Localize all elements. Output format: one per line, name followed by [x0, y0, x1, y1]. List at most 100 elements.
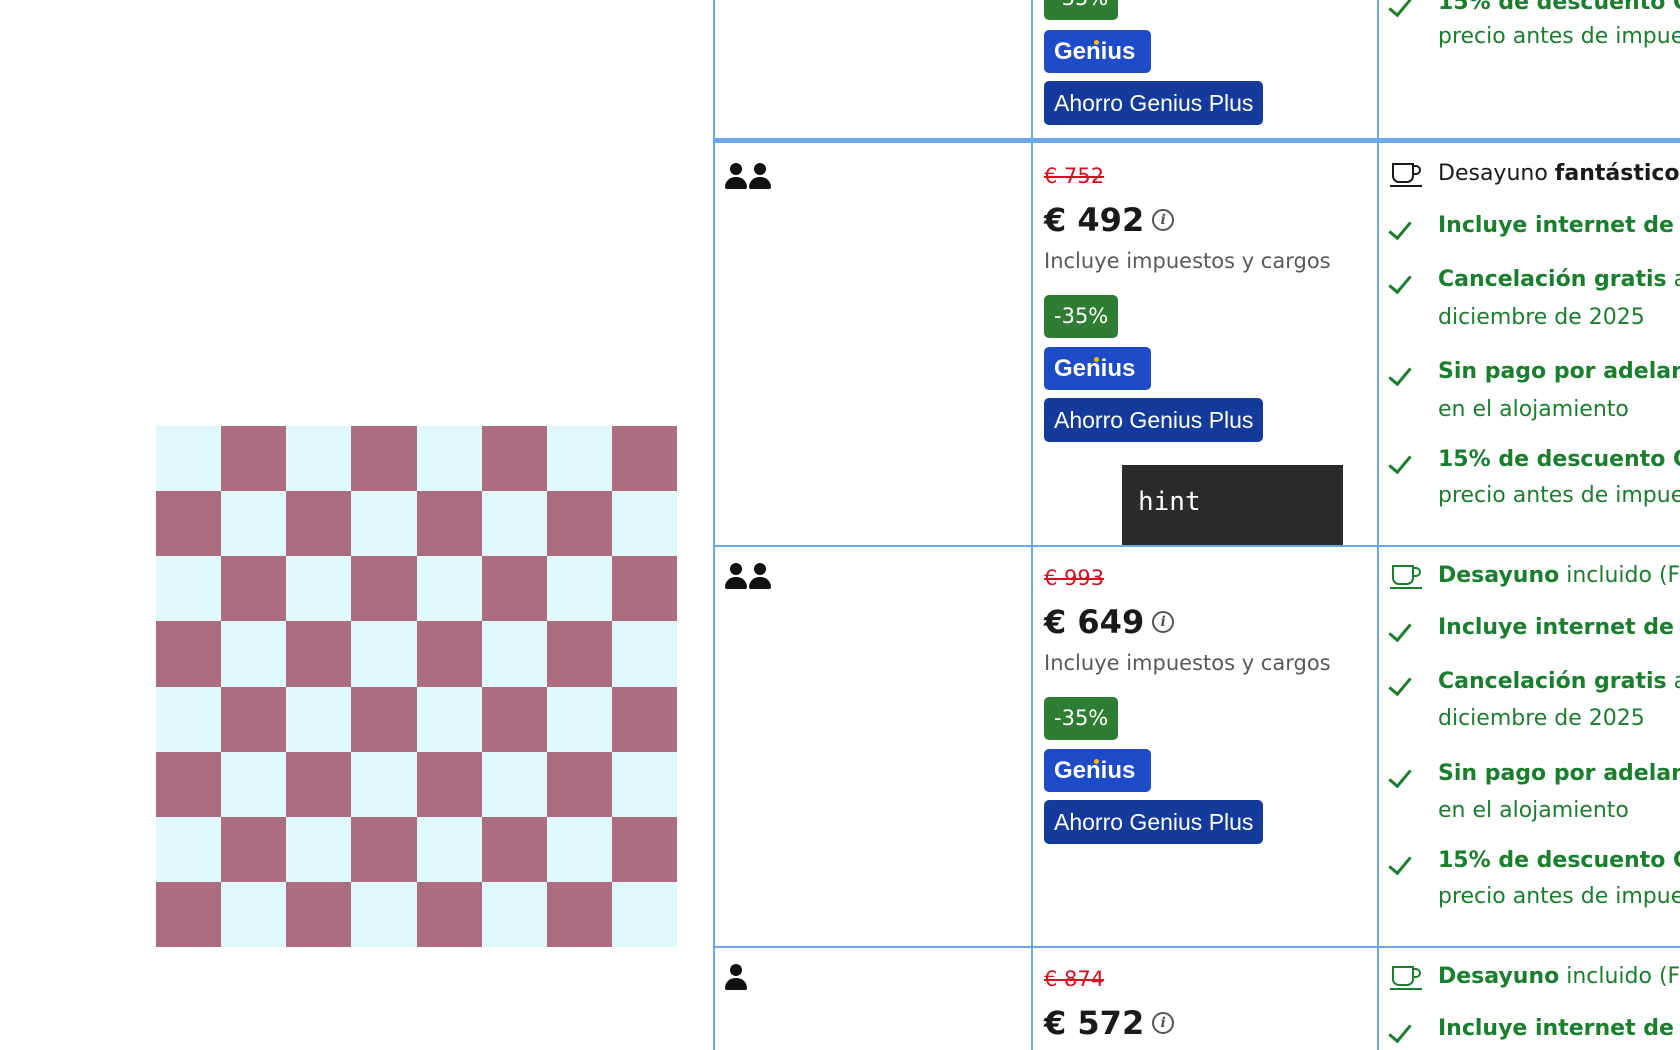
board-square[interactable]	[611, 686, 677, 752]
genius-plus-badge: Ahorro Genius Plus	[1044, 398, 1264, 442]
board-square[interactable]	[416, 686, 482, 752]
check-icon	[1388, 265, 1422, 295]
board-square[interactable]	[286, 751, 352, 817]
board-square[interactable]	[156, 491, 222, 557]
board-square[interactable]	[221, 556, 287, 622]
tax-note: Incluye impuestos y cargos	[1044, 249, 1331, 273]
board-square[interactable]	[156, 881, 222, 947]
person-icon	[725, 964, 747, 990]
board-square[interactable]	[416, 881, 482, 947]
board-square[interactable]	[286, 491, 352, 557]
genius-badge: Genius	[1044, 30, 1151, 73]
board-square[interactable]	[221, 686, 287, 752]
board-square[interactable]	[611, 751, 677, 817]
table-row: € 752 € 492 i Incluye impuestos y cargos…	[713, 143, 1680, 546]
info-icon[interactable]: i	[1152, 611, 1175, 633]
board-square[interactable]	[416, 426, 482, 492]
board-square[interactable]	[221, 816, 287, 882]
price-cell: € 993 € 649 i Incluye impuestos y cargos…	[1044, 565, 1331, 844]
board-square[interactable]	[156, 686, 222, 752]
check-icon	[1388, 0, 1422, 18]
board-square[interactable]	[156, 621, 222, 687]
board-square[interactable]	[481, 491, 547, 557]
board-square[interactable]	[351, 881, 417, 947]
board-square[interactable]	[351, 426, 417, 492]
board-square[interactable]	[156, 751, 222, 817]
genius-badge: Genius	[1044, 749, 1151, 792]
board-square[interactable]	[286, 621, 352, 687]
board-square[interactable]	[546, 621, 612, 687]
original-price: € 874	[1044, 967, 1105, 991]
board-square[interactable]	[221, 621, 287, 687]
checkerboard	[156, 426, 677, 947]
person-icon	[725, 163, 747, 189]
board-square[interactable]	[611, 491, 677, 557]
board-square[interactable]	[416, 816, 482, 882]
board-square[interactable]	[546, 491, 612, 557]
board-square[interactable]	[481, 751, 547, 817]
board-square[interactable]	[416, 491, 482, 557]
board-square[interactable]	[221, 751, 287, 817]
board-square[interactable]	[351, 621, 417, 687]
board-square[interactable]	[416, 556, 482, 622]
board-square[interactable]	[286, 556, 352, 622]
check-icon	[1388, 357, 1422, 387]
tax-note: Incluye impuestos y cargos	[1044, 651, 1331, 675]
board-square[interactable]	[221, 881, 287, 947]
check-icon	[1388, 445, 1422, 475]
genius-plus-badge: Ahorro Genius Plus	[1044, 800, 1264, 844]
genius-dot-icon	[1094, 357, 1099, 362]
board-square[interactable]	[481, 816, 547, 882]
board-square[interactable]	[481, 621, 547, 687]
board-square[interactable]	[481, 556, 547, 622]
table-row: € 874 € 572 i Desayuno incluido (F Inclu…	[713, 948, 1680, 1050]
price-cell: € 752 € 492 i Incluye impuestos y cargos…	[1044, 163, 1331, 442]
board-square[interactable]	[546, 816, 612, 882]
board-square[interactable]	[286, 816, 352, 882]
check-icon	[1388, 211, 1422, 241]
board-square[interactable]	[546, 881, 612, 947]
board-square[interactable]	[546, 426, 612, 492]
genius-badge: Genius	[1044, 347, 1151, 390]
board-square[interactable]	[286, 686, 352, 752]
price-cell: -35% Genius Ahorro Genius Plus	[1044, 0, 1264, 125]
board-square[interactable]	[481, 426, 547, 492]
coffee-cup-icon	[1390, 962, 1422, 992]
board-square[interactable]	[221, 426, 287, 492]
current-price: € 492 i	[1044, 201, 1331, 239]
table-row: € 993 € 649 i Incluye impuestos y cargos…	[713, 547, 1680, 947]
board-square[interactable]	[286, 881, 352, 947]
board-square[interactable]	[611, 881, 677, 947]
board-square[interactable]	[156, 426, 222, 492]
board-square[interactable]	[351, 816, 417, 882]
board-square[interactable]	[611, 556, 677, 622]
board-square[interactable]	[221, 491, 287, 557]
board-square[interactable]	[611, 426, 677, 492]
occupancy	[725, 163, 771, 189]
board-square[interactable]	[546, 556, 612, 622]
genius-plus-badge: Ahorro Genius Plus	[1044, 81, 1264, 125]
coffee-cup-icon	[1390, 159, 1422, 189]
board-square[interactable]	[156, 816, 222, 882]
board-square[interactable]	[481, 686, 547, 752]
info-icon[interactable]: i	[1152, 1012, 1175, 1034]
info-icon[interactable]: i	[1152, 209, 1175, 231]
board-square[interactable]	[351, 556, 417, 622]
check-icon	[1388, 759, 1422, 789]
board-square[interactable]	[286, 426, 352, 492]
current-price: € 649 i	[1044, 603, 1331, 641]
board-square[interactable]	[156, 556, 222, 622]
board-square[interactable]	[611, 816, 677, 882]
board-square[interactable]	[351, 686, 417, 752]
board-square[interactable]	[416, 751, 482, 817]
board-square[interactable]	[416, 621, 482, 687]
board-square[interactable]	[351, 751, 417, 817]
original-price: € 752	[1044, 164, 1105, 188]
board-square[interactable]	[481, 881, 547, 947]
board-square[interactable]	[546, 686, 612, 752]
board-square[interactable]	[351, 491, 417, 557]
board-square[interactable]	[611, 621, 677, 687]
check-icon	[1388, 613, 1422, 643]
person-icon	[725, 563, 747, 589]
board-square[interactable]	[546, 751, 612, 817]
